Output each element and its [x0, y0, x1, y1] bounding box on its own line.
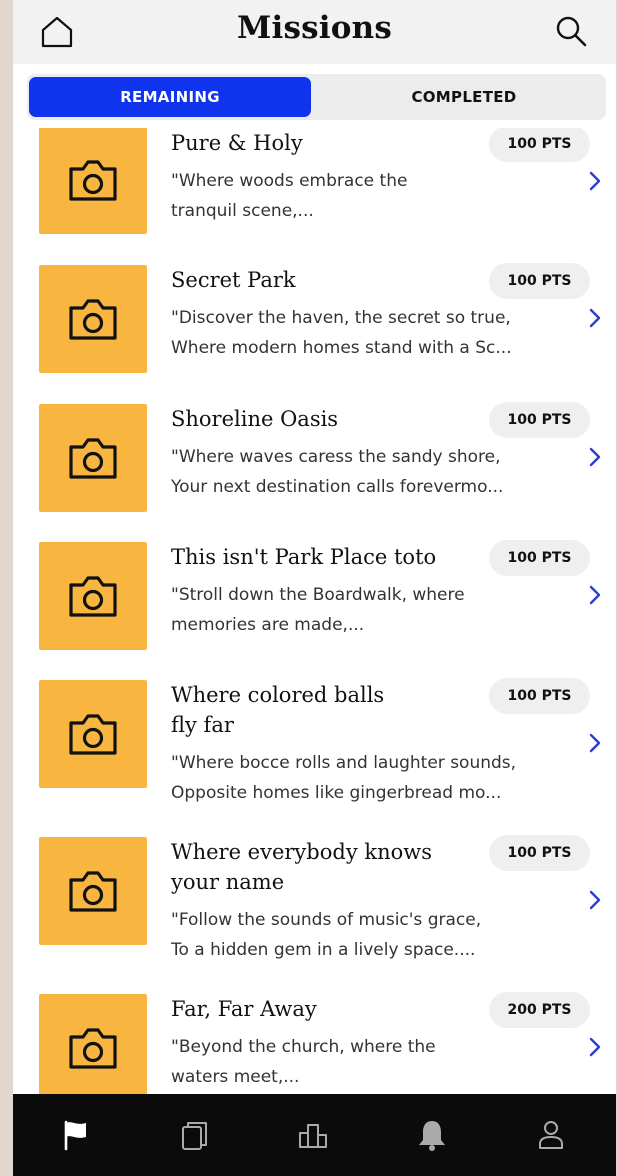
bell-icon	[419, 1121, 445, 1151]
flag-icon	[64, 1120, 86, 1151]
camera-icon	[69, 299, 117, 340]
chevron-right-icon[interactable]	[588, 889, 602, 911]
nav-cards[interactable]	[171, 1112, 217, 1158]
points-badge: 100 PTS	[489, 678, 590, 714]
chevron-right-icon[interactable]	[588, 307, 602, 329]
mission-description: "Follow the sounds of music's grace, To a…	[171, 910, 482, 960]
mission-thumbnail	[39, 837, 147, 945]
mission-description: "Where waves caress the sandy shore, Your…	[171, 447, 504, 497]
camera-icon	[69, 160, 117, 201]
mission-thumbnail	[39, 128, 147, 234]
mission-description: "Stroll down the Boardwalk, where memorie…	[171, 585, 465, 635]
chevron-right-icon[interactable]	[588, 446, 602, 468]
nav-notifications[interactable]	[409, 1112, 455, 1158]
mission-title: Secret Park	[171, 268, 296, 292]
camera-icon	[69, 714, 117, 755]
points-badge: 100 PTS	[489, 263, 590, 299]
chevron-right-icon[interactable]	[588, 732, 602, 754]
mission-title: Where colored balls fly far	[171, 683, 385, 737]
mission-thumbnail	[39, 680, 147, 788]
chevron-right-icon[interactable]	[588, 584, 602, 606]
mission-list[interactable]: Pure & Holy 100 PTS "Where woods embrace…	[13, 128, 616, 1094]
mission-title: Where everybody knows your name	[171, 840, 433, 894]
camera-icon	[69, 1028, 117, 1069]
bottom-tab-bar	[13, 1094, 616, 1176]
mission-title: Pure & Holy	[171, 131, 303, 155]
top-bar: Missions	[13, 0, 616, 64]
camera-icon	[69, 438, 117, 479]
nav-profile[interactable]	[528, 1112, 574, 1158]
mission-thumbnail	[39, 542, 147, 650]
points-badge: 100 PTS	[489, 835, 590, 871]
camera-icon	[69, 871, 117, 912]
tab-completed[interactable]: COMPLETED	[323, 77, 605, 117]
points-badge: 100 PTS	[489, 540, 590, 576]
mission-title: This isn't Park Place toto	[171, 545, 437, 569]
profile-icon	[539, 1121, 563, 1149]
leaderboard-icon	[299, 1124, 327, 1148]
mission-description: "Where bocce rolls and laughter sounds, O…	[171, 753, 517, 803]
mission-title: Shoreline Oasis	[171, 407, 339, 431]
points-badge: 100 PTS	[489, 402, 590, 438]
mission-title: Far, Far Away	[171, 997, 317, 1021]
app-screen: Missions REMAINING COMPLETED Pure & Holy…	[13, 0, 616, 1176]
cards-icon	[182, 1122, 207, 1150]
tab-remaining[interactable]: REMAINING	[29, 77, 311, 117]
search-icon[interactable]	[553, 13, 589, 49]
mission-thumbnail	[39, 404, 147, 512]
camera-icon	[69, 576, 117, 617]
mission-description: "Beyond the church, where the waters meet…	[171, 1037, 436, 1087]
mission-tabs: REMAINING COMPLETED	[27, 74, 606, 120]
nav-leaderboard[interactable]	[290, 1112, 336, 1158]
mission-description: "Where woods embrace the tranquil scene,.…	[171, 171, 408, 221]
points-badge: 200 PTS	[489, 992, 590, 1028]
nav-missions[interactable]	[52, 1112, 98, 1158]
mission-description: "Discover the haven, the secret so true,…	[171, 308, 512, 358]
mission-thumbnail	[39, 994, 147, 1094]
page-title: Missions	[236, 10, 393, 46]
chevron-right-icon[interactable]	[588, 170, 602, 192]
mission-thumbnail	[39, 265, 147, 373]
chevron-right-icon[interactable]	[588, 1036, 602, 1058]
points-badge: 100 PTS	[489, 128, 590, 162]
